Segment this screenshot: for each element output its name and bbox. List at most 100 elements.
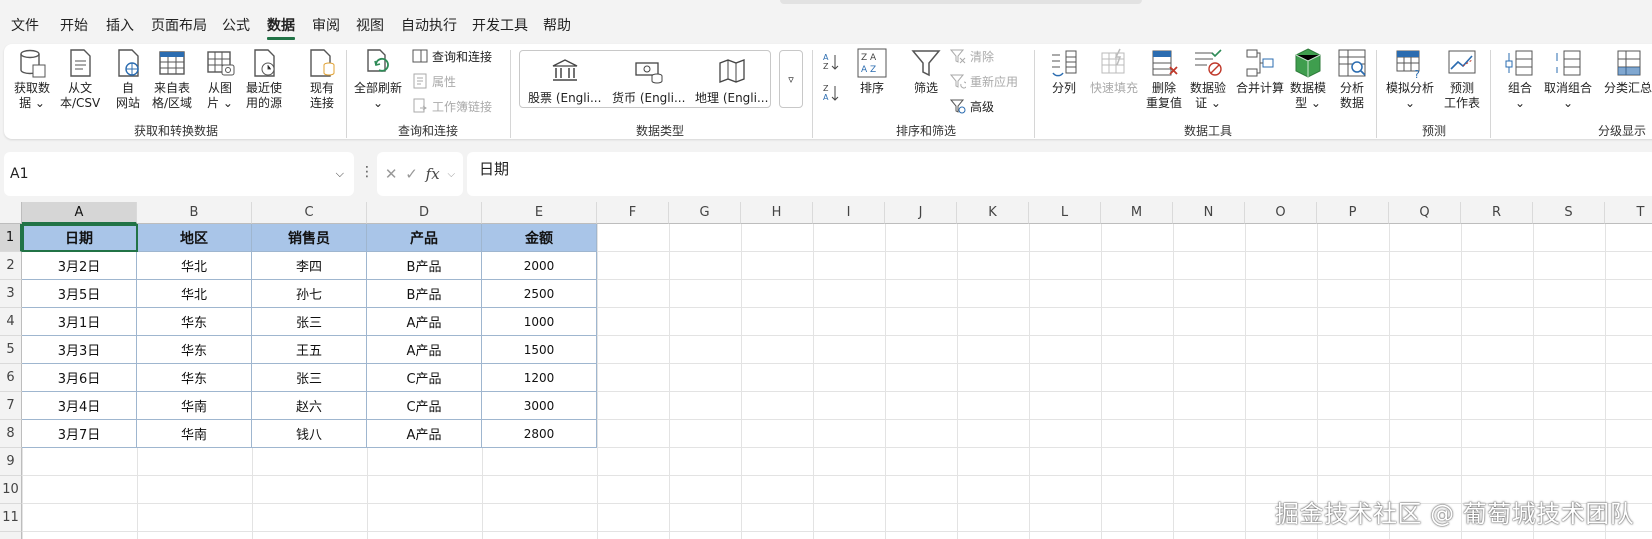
column-header-q[interactable]: Q xyxy=(1389,202,1461,224)
filter-button[interactable]: 筛选 xyxy=(910,47,942,96)
text-to-columns-button[interactable]: 分列 xyxy=(1048,47,1080,96)
enter-check-icon[interactable]: ✓ xyxy=(405,165,418,183)
recent-sources-button[interactable]: 最近使 用的源 xyxy=(246,47,282,111)
column-header-o[interactable]: O xyxy=(1245,202,1317,224)
menu-page-layout[interactable]: 页面布局 xyxy=(151,16,207,36)
column-header-k[interactable]: K xyxy=(957,202,1029,224)
table-cell[interactable]: 1200 xyxy=(482,364,597,392)
table-cell[interactable]: 3月5日 xyxy=(22,280,137,308)
table-cell[interactable]: C产品 xyxy=(367,364,482,392)
currencies-datatype[interactable]: 货币 (Engli... xyxy=(612,57,685,106)
table-cell[interactable]: 1000 xyxy=(482,308,597,336)
from-table-range-button[interactable]: 来自表 格/区域 xyxy=(152,47,192,111)
table-cell[interactable]: 华东 xyxy=(137,364,252,392)
table-cell[interactable]: 2000 xyxy=(482,252,597,280)
sort-button[interactable]: Z A A Z 排序 xyxy=(856,47,888,96)
table-cell[interactable]: 3月6日 xyxy=(22,364,137,392)
row-header-10[interactable]: 10 xyxy=(0,476,22,504)
row-header-8[interactable]: 8 xyxy=(0,420,22,448)
data-model-button[interactable]: 数据模 型 ⌄ xyxy=(1290,47,1326,111)
forecast-sheet-button[interactable]: 预测 工作表 xyxy=(1444,47,1480,111)
subtotal-button[interactable]: 分类汇总 xyxy=(1604,47,1652,96)
table-header-cell[interactable]: 地区 xyxy=(137,224,252,252)
chevron-down-icon[interactable]: ⌵ xyxy=(336,152,344,196)
column-header-s[interactable]: S xyxy=(1533,202,1605,224)
sort-descending-button[interactable]: ZA xyxy=(822,82,840,104)
name-box[interactable]: A1 ⌵ xyxy=(4,152,354,196)
menu-home[interactable]: 开始 xyxy=(60,16,88,36)
table-header-cell[interactable]: 产品 xyxy=(367,224,482,252)
column-header-t[interactable]: T xyxy=(1605,202,1652,224)
table-cell[interactable]: 华东 xyxy=(137,308,252,336)
clear-filter-button[interactable]: 清除 xyxy=(950,45,994,67)
workbook-links-button[interactable]: 工作簿链接 xyxy=(412,95,492,117)
table-cell[interactable]: C产品 xyxy=(367,392,482,420)
row-header-5[interactable]: 5 xyxy=(0,336,22,364)
column-header-n[interactable]: N xyxy=(1173,202,1245,224)
column-header-i[interactable]: I xyxy=(813,202,885,224)
consolidate-button[interactable]: 合并计算 xyxy=(1236,47,1284,96)
menu-help[interactable]: 帮助 xyxy=(543,16,571,36)
menu-data[interactable]: 数据 xyxy=(267,16,295,40)
table-cell[interactable]: B产品 xyxy=(367,280,482,308)
table-cell[interactable]: 孙七 xyxy=(252,280,367,308)
row-header-1[interactable]: 1 xyxy=(0,224,22,252)
from-picture-button[interactable]: 从图 片 ⌄ xyxy=(204,47,236,111)
column-header-p[interactable]: P xyxy=(1317,202,1389,224)
table-header-cell[interactable]: 销售员 xyxy=(252,224,367,252)
chevron-down-icon[interactable]: ⌵ xyxy=(447,169,455,180)
table-cell[interactable]: A产品 xyxy=(367,336,482,364)
queries-connections-button[interactable]: 查询和连接 xyxy=(412,45,492,67)
row-header-12[interactable]: 12 xyxy=(0,532,22,539)
table-cell[interactable]: A产品 xyxy=(367,308,482,336)
table-cell[interactable]: 张三 xyxy=(252,364,367,392)
flash-fill-button[interactable]: 快速填充 xyxy=(1090,47,1138,96)
table-cell[interactable]: 华北 xyxy=(137,280,252,308)
table-cell[interactable]: 华东 xyxy=(137,336,252,364)
existing-connections-button[interactable]: 现有 连接 xyxy=(306,47,338,111)
data-types-more-button[interactable]: ▿ xyxy=(779,50,803,108)
column-header-c[interactable]: C xyxy=(252,202,367,224)
table-cell[interactable]: 3月2日 xyxy=(22,252,137,280)
column-header-a[interactable]: A xyxy=(22,202,137,224)
row-header-3[interactable]: 3 xyxy=(0,280,22,308)
worksheet-grid[interactable]: ABCDEFGHIJKLMNOPQRST 123456789101112 日期地… xyxy=(0,202,1652,539)
row-header-9[interactable]: 9 xyxy=(0,448,22,476)
table-cell[interactable]: B产品 xyxy=(367,252,482,280)
table-cell[interactable]: 3月3日 xyxy=(22,336,137,364)
table-cell[interactable]: 2500 xyxy=(482,280,597,308)
table-header-cell[interactable]: 金额 xyxy=(482,224,597,252)
table-cell[interactable]: 张三 xyxy=(252,308,367,336)
table-cell[interactable]: 王五 xyxy=(252,336,367,364)
column-header-f[interactable]: F xyxy=(597,202,669,224)
reapply-button[interactable]: 重新应用 xyxy=(950,70,1018,92)
table-cell[interactable]: 华南 xyxy=(137,392,252,420)
what-if-analysis-button[interactable]: ? 模拟分析 ⌄ xyxy=(1386,47,1434,111)
row-header-2[interactable]: 2 xyxy=(0,252,22,280)
table-cell[interactable]: 3月7日 xyxy=(22,420,137,448)
ungroup-button[interactable]: 取消组合 ⌄ xyxy=(1544,47,1592,111)
column-header-b[interactable]: B xyxy=(137,202,252,224)
select-all-corner[interactable] xyxy=(0,202,22,224)
row-header-7[interactable]: 7 xyxy=(0,392,22,420)
menu-developer[interactable]: 开发工具 xyxy=(472,16,528,36)
table-cell[interactable]: A产品 xyxy=(367,420,482,448)
menu-view[interactable]: 视图 xyxy=(356,16,384,36)
row-header-6[interactable]: 6 xyxy=(0,364,22,392)
table-cell[interactable]: 3月1日 xyxy=(22,308,137,336)
table-cell[interactable]: 3000 xyxy=(482,392,597,420)
column-header-l[interactable]: L xyxy=(1029,202,1101,224)
properties-button[interactable]: 属性 xyxy=(412,70,456,92)
analyze-data-button[interactable]: 分析 数据 xyxy=(1336,47,1368,111)
row-header-11[interactable]: 11 xyxy=(0,504,22,532)
table-cell[interactable]: 2800 xyxy=(482,420,597,448)
table-cell[interactable]: 3月4日 xyxy=(22,392,137,420)
geography-datatype[interactable]: 地理 (Engli... xyxy=(695,57,768,106)
column-header-j[interactable]: J xyxy=(885,202,957,224)
formula-input[interactable]: 日期 xyxy=(467,152,1652,196)
menu-review[interactable]: 审阅 xyxy=(312,16,340,36)
table-cell[interactable]: 钱八 xyxy=(252,420,367,448)
menu-insert[interactable]: 插入 xyxy=(106,16,134,36)
group-button[interactable]: 组合 ⌄ xyxy=(1504,47,1536,111)
table-cell[interactable]: 华南 xyxy=(137,420,252,448)
